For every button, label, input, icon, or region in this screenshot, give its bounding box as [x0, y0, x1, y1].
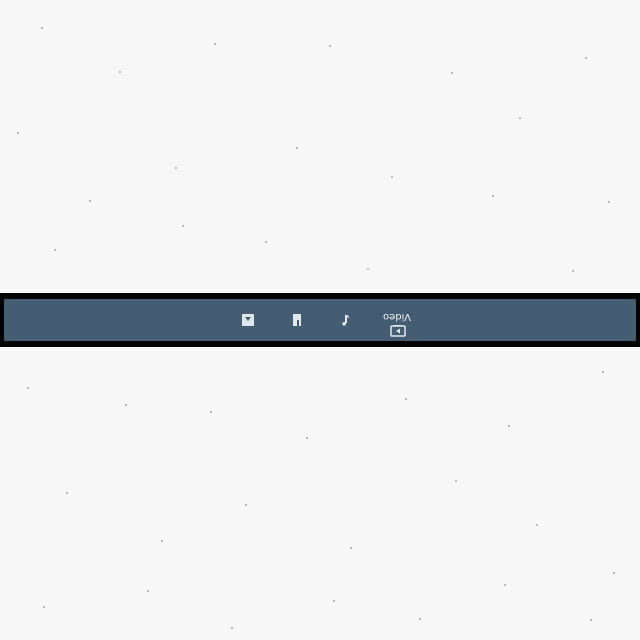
- video-icon: [390, 325, 406, 337]
- image-icon: [240, 312, 256, 328]
- tab-documents[interactable]: [279, 299, 315, 341]
- video-tab-content: Video: [377, 308, 417, 337]
- bottom-navigation-bar: Video: [0, 293, 640, 347]
- music-note-icon: [337, 312, 353, 328]
- tab-video[interactable]: Video: [377, 299, 417, 341]
- tab-photos[interactable]: [230, 299, 266, 341]
- document-icon: [289, 312, 305, 328]
- video-label: Video: [382, 311, 412, 322]
- tab-music[interactable]: [327, 299, 363, 341]
- bottom-navigation-panel: Video: [4, 299, 636, 341]
